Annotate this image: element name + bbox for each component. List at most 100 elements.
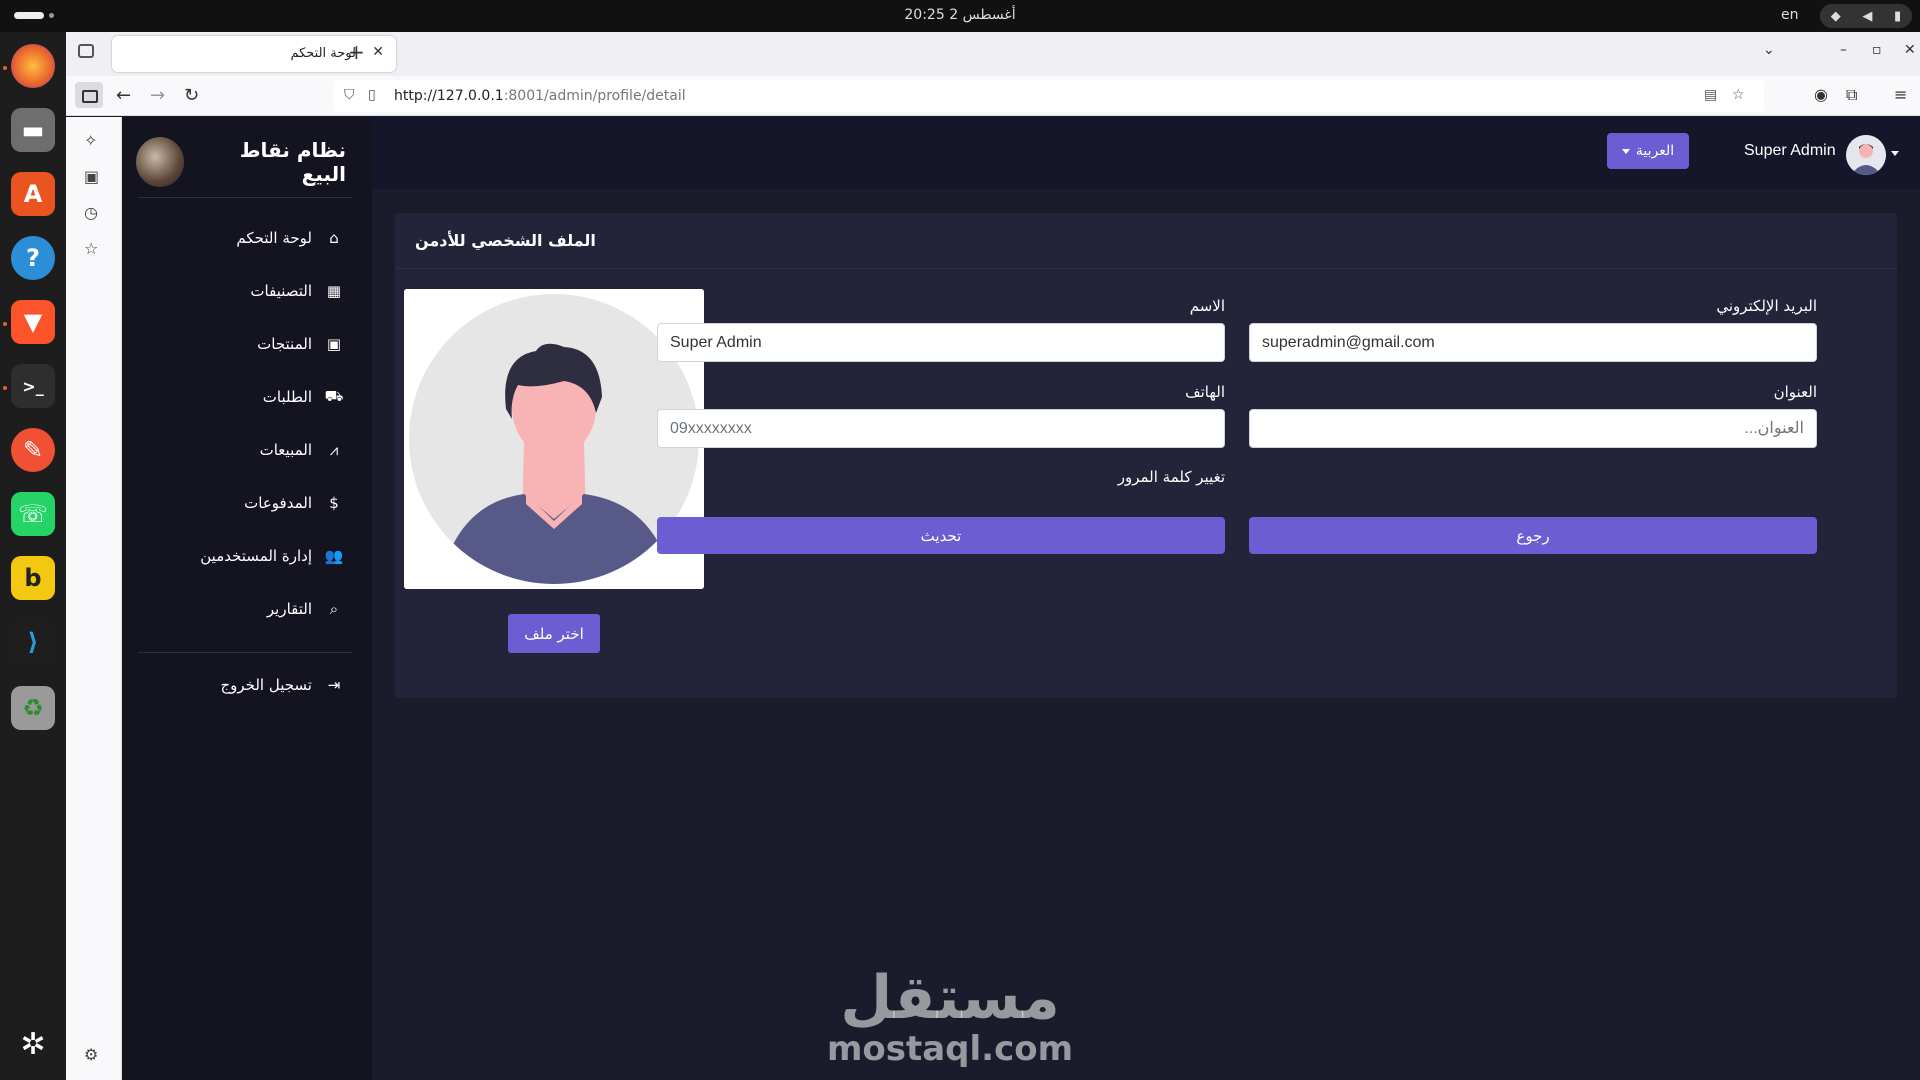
firefox-icon[interactable] xyxy=(11,44,55,88)
back-button[interactable]: رجوع xyxy=(1249,517,1817,554)
address-bar[interactable]: ⛉ ▯ http://127.0.0.1:8001/admin/profile/… xyxy=(334,80,1764,112)
minimize-icon[interactable]: – xyxy=(1840,42,1847,58)
watermark-latin: mostaql.com xyxy=(826,1029,1074,1069)
history-icon[interactable]: ◷ xyxy=(84,203,98,222)
table-icon: ▦ xyxy=(326,282,342,300)
brand[interactable]: نظام نقاط البيع xyxy=(136,135,346,189)
sidebar-item-orders[interactable]: ⛟ الطلبات xyxy=(138,377,352,417)
sidebar-item-label: المدفوعات xyxy=(244,494,312,512)
whatsapp-icon[interactable]: ☏ xyxy=(11,492,55,536)
sidebar-settings-icon[interactable]: ⚙ xyxy=(84,1045,98,1064)
sidebar-item-categories[interactable]: ▦ التصنيفات xyxy=(138,271,352,311)
avatar[interactable] xyxy=(1846,135,1886,175)
user-name[interactable]: Super Admin xyxy=(1744,142,1836,160)
sidebar-item-label: المبيعات xyxy=(259,441,312,459)
trash-icon[interactable]: ♻ xyxy=(11,686,55,730)
keyboard-layout-indicator[interactable]: en xyxy=(1781,7,1799,23)
home-icon: ⌂ xyxy=(329,229,339,247)
bookmarks-icon[interactable]: ☆ xyxy=(84,239,98,258)
extensions-icon[interactable]: ⧉ xyxy=(1846,85,1857,105)
user-menu-chevron-icon[interactable] xyxy=(1891,151,1899,156)
ai-chat-icon[interactable]: ✧ xyxy=(84,131,97,150)
language-dropdown[interactable]: العربية xyxy=(1607,133,1689,169)
email-field[interactable] xyxy=(1249,323,1817,362)
main-content: العربية Super Admin الملف الشخصي للأدمن xyxy=(372,117,1920,1080)
watermark-arabic: مستقل xyxy=(840,963,1060,1033)
sidebar-divider xyxy=(138,197,352,198)
brand-title: نظام نقاط البيع xyxy=(239,138,346,186)
logout-link[interactable]: ⇥ تسجيل الخروج xyxy=(138,665,352,705)
phone-label: الهاتف xyxy=(1185,383,1225,401)
editor-icon[interactable]: ✎ xyxy=(11,428,55,472)
restore-icon[interactable]: ▫ xyxy=(1872,42,1882,58)
app-sidebar: نظام نقاط البيع ⌂ لوحة التحكم ▦ التصنيفا… xyxy=(122,117,372,1080)
volume-icon: ◀ xyxy=(1862,8,1873,24)
address-field[interactable] xyxy=(1249,409,1817,448)
sidebar-item-label: التصنيفات xyxy=(250,282,312,300)
sidebar-toggle-icon[interactable] xyxy=(75,82,103,108)
forward-icon[interactable]: → xyxy=(150,85,165,106)
change-password-link[interactable]: تغيير كلمة المرور xyxy=(657,468,1225,486)
email-label: البريد الإلكتروني xyxy=(1716,297,1817,315)
url-text[interactable]: http://127.0.0.1:8001/admin/profile/deta… xyxy=(394,88,686,104)
cart-icon: ⛟ xyxy=(324,387,344,405)
running-indicator xyxy=(3,322,7,326)
sidebar-divider xyxy=(138,652,352,653)
shield-icon[interactable]: ⛉ xyxy=(344,87,355,103)
page-icon[interactable]: ▯ xyxy=(368,87,376,103)
name-label: الاسم xyxy=(1189,297,1225,315)
tab-overview-icon[interactable] xyxy=(78,44,94,58)
show-apps-icon[interactable]: ✲ xyxy=(11,1022,55,1066)
sidebar-item-payments[interactable]: $ المدفوعات xyxy=(138,483,352,523)
sidebar-item-label: الطلبات xyxy=(262,388,312,406)
running-indicator xyxy=(3,66,7,70)
menu-icon[interactable]: ≡ xyxy=(1894,85,1907,104)
sidebar-item-dashboard[interactable]: ⌂ لوحة التحكم xyxy=(138,218,352,258)
brand-logo xyxy=(136,137,185,187)
back-icon[interactable]: ← xyxy=(116,85,131,106)
update-button[interactable]: تحديث xyxy=(657,517,1225,554)
address-label: العنوان xyxy=(1773,383,1817,401)
os-dock: ▬ A ? ▼ >_ ✎ ☏ b ⟩ ♻ ✲ xyxy=(0,32,66,1080)
box-icon: ▣ xyxy=(326,335,342,353)
battery-icon: ▮ xyxy=(1894,8,1902,24)
top-navbar: العربية Super Admin xyxy=(372,117,1920,189)
close-window-icon[interactable]: ✕ xyxy=(1904,42,1916,58)
watermark-logo: مستقل mostaql.com xyxy=(820,965,1080,1067)
close-tab-icon[interactable]: ✕ xyxy=(372,44,384,60)
wifi-icon: ◆ xyxy=(1830,8,1841,24)
sidebar-item-sales[interactable]: ⩘ المبيعات xyxy=(138,430,352,470)
running-indicator xyxy=(3,386,7,390)
language-label: العربية xyxy=(1635,143,1675,159)
files-icon[interactable]: ▬ xyxy=(11,108,55,152)
bookmark-star-icon[interactable]: ☆ xyxy=(1732,87,1745,103)
reader-view-icon[interactable]: ▤ xyxy=(1704,87,1717,103)
system-tray[interactable]: ◆ ◀ ▮ xyxy=(1820,4,1912,28)
bitwarden-like-icon[interactable]: b xyxy=(11,556,55,600)
vscode-icon[interactable]: ⟩ xyxy=(11,620,55,664)
synced-tabs-icon[interactable]: ▣ xyxy=(84,167,99,186)
name-field[interactable] xyxy=(657,323,1225,362)
chart-icon: ⩘ xyxy=(329,441,339,459)
sidebar-item-label: المنتجات xyxy=(257,335,312,353)
new-tab-icon[interactable]: + xyxy=(348,40,365,64)
sidebar-item-reports[interactable]: ⌕ التقارير xyxy=(138,589,352,629)
logout-icon: ⇥ xyxy=(327,676,341,694)
chevron-down-icon xyxy=(1621,148,1630,154)
choose-file-button[interactable]: اختر ملف xyxy=(508,614,600,653)
sidebar-item-products[interactable]: ▣ المنتجات xyxy=(138,324,352,364)
logout-label: تسجيل الخروج xyxy=(220,676,312,694)
help-icon[interactable]: ? xyxy=(11,236,55,280)
system-clock[interactable]: أغسطس 2 20:25 xyxy=(0,7,1920,23)
app-center-icon[interactable]: A xyxy=(11,172,55,216)
phone-field[interactable] xyxy=(657,409,1225,448)
search-icon: ⌕ xyxy=(329,600,339,618)
sidebar-item-label: إدارة المستخدمين xyxy=(200,547,312,565)
terminal-icon[interactable]: >_ xyxy=(11,364,55,408)
account-icon[interactable]: ◉ xyxy=(1814,85,1828,104)
reload-icon[interactable]: ↻ xyxy=(184,85,199,106)
list-tabs-icon[interactable]: ⌄ xyxy=(1763,42,1775,58)
browser-sidebar: ✧ ▣ ◷ ☆ ⚙ xyxy=(66,117,122,1080)
brave-icon[interactable]: ▼ xyxy=(11,300,55,344)
sidebar-item-users[interactable]: 👥 إدارة المستخدمين xyxy=(138,536,352,576)
